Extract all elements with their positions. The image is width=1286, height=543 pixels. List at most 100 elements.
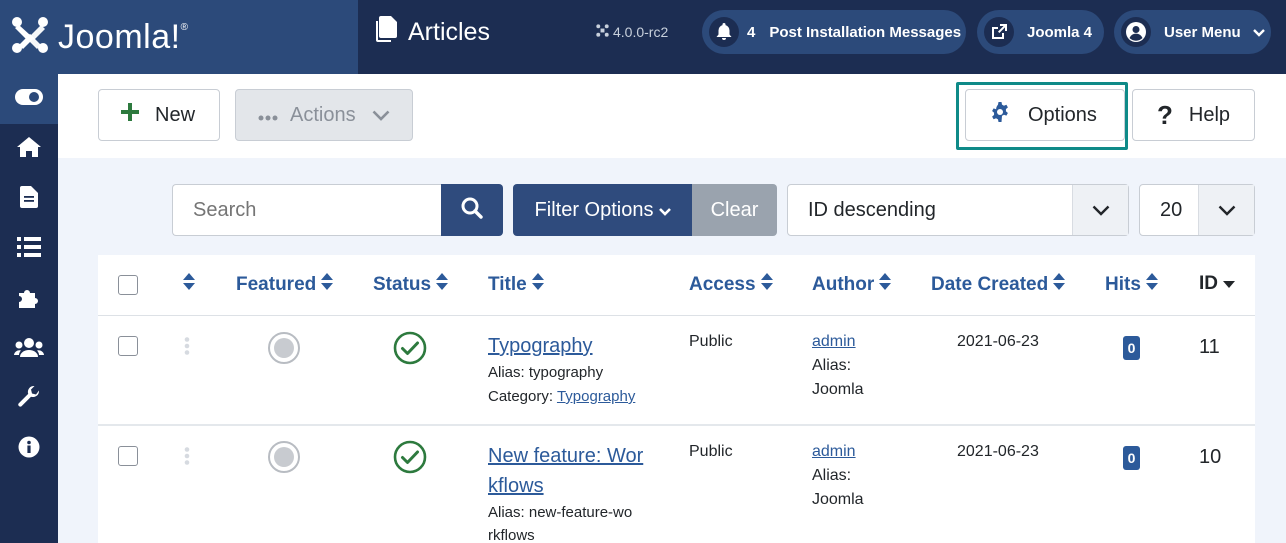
sidebar-toggle[interactable]: [0, 74, 58, 124]
column-header-id-label: ID: [1199, 273, 1218, 294]
toolbar: New Actions Options ? Help: [58, 74, 1286, 158]
row-divider: [98, 424, 1255, 426]
hits-badge: 0: [1123, 336, 1140, 360]
sidebar-item-system[interactable]: [0, 374, 58, 424]
plus-icon: [121, 103, 139, 127]
search-button[interactable]: [441, 184, 503, 236]
article-title-link[interactable]: Typography: [488, 331, 593, 361]
ordering-select[interactable]: ID descending: [787, 184, 1129, 236]
category-label: Category:: [488, 388, 554, 405]
column-header-id[interactable]: ID: [1199, 273, 1235, 295]
chevron-down-icon: [1252, 24, 1265, 41]
row-divider: [98, 315, 1255, 316]
user-menu-label: User Menu: [1164, 23, 1241, 41]
column-header-hits[interactable]: Hits: [1105, 273, 1158, 296]
chevron-down-icon: [659, 199, 672, 222]
column-header-date-created[interactable]: Date Created: [931, 273, 1066, 296]
sidebar-item-menus[interactable]: [0, 224, 58, 274]
toggle-icon: [15, 88, 43, 110]
column-header-featured-label: Featured: [236, 273, 317, 295]
filter-options-label: Filter Options: [534, 198, 654, 221]
author-link[interactable]: admin: [812, 440, 856, 464]
actions-dropdown[interactable]: Actions: [235, 89, 413, 141]
joomla-logo[interactable]: Joomla!®: [0, 0, 358, 74]
row-checkbox[interactable]: [118, 336, 138, 356]
select-all-checkbox[interactable]: [118, 275, 138, 295]
actions-label: Actions: [290, 103, 356, 126]
published-check-icon[interactable]: [393, 331, 427, 370]
sort-icon: [760, 273, 773, 296]
search-input[interactable]: [172, 184, 442, 236]
article-title-link-continued[interactable]: kflows: [488, 471, 544, 501]
users-icon: [14, 337, 44, 362]
list-limit-value: 20: [1160, 198, 1183, 221]
sort-desc-icon: [1223, 273, 1235, 295]
version-text: 4.0.0-rc2: [613, 24, 669, 40]
sidebar-item-components[interactable]: [0, 274, 58, 324]
new-button[interactable]: New: [98, 89, 220, 141]
info-icon: [18, 436, 40, 463]
new-button-label: New: [155, 103, 196, 126]
sort-icon: [436, 273, 449, 296]
column-header-status[interactable]: Status: [373, 273, 449, 296]
options-label: Options: [1028, 103, 1097, 126]
author-alias: Joomla: [812, 381, 864, 398]
featured-toggle-icon[interactable]: [267, 331, 301, 370]
joomla-logo-icon: [10, 15, 50, 60]
drag-handle-icon[interactable]: [184, 337, 190, 360]
author-alias-label: Alias:: [812, 467, 852, 484]
chevron-down-icon: [372, 104, 390, 127]
joomla4-site-link[interactable]: Joomla 4: [977, 10, 1104, 54]
post-installation-messages-button[interactable]: 4 Post Installation Messages: [702, 10, 966, 54]
article-title-link[interactable]: New feature: Wor: [488, 441, 643, 471]
ordering-column-sort[interactable]: [183, 273, 195, 296]
list-limit-select[interactable]: 20: [1139, 184, 1255, 236]
article-id: 11: [1199, 336, 1220, 358]
clear-button[interactable]: Clear: [692, 184, 777, 236]
wrench-icon: [17, 385, 41, 414]
articles-table: [98, 255, 1255, 543]
article-alias-continued: rkflows: [488, 527, 535, 543]
help-button[interactable]: ? Help: [1132, 89, 1255, 141]
sidebar: [0, 74, 58, 543]
article-category: Category: Typography: [488, 385, 635, 409]
drag-handle-icon[interactable]: [184, 447, 190, 470]
search-icon: [461, 197, 483, 224]
column-header-author[interactable]: Author: [812, 273, 892, 296]
column-header-access-label: Access: [689, 273, 756, 295]
date-created: 2021-06-23: [957, 443, 1039, 460]
sort-icon: [1145, 273, 1158, 296]
author-link[interactable]: admin: [812, 330, 856, 354]
sort-icon: [183, 273, 195, 296]
column-header-hits-label: Hits: [1105, 273, 1141, 295]
column-header-featured[interactable]: Featured: [236, 273, 334, 296]
category-link[interactable]: Typography: [557, 388, 635, 405]
list-icon: [17, 236, 41, 262]
sort-icon: [531, 273, 544, 296]
bell-icon: [709, 17, 739, 47]
gear-icon: [990, 102, 1010, 128]
access-level: Public: [689, 333, 733, 350]
user-menu-button[interactable]: User Menu: [1114, 10, 1271, 54]
column-header-access[interactable]: Access: [689, 273, 773, 296]
author-alias: Joomla: [812, 491, 864, 508]
published-check-icon[interactable]: [393, 440, 427, 479]
featured-toggle-icon[interactable]: [267, 440, 301, 479]
sort-icon: [321, 273, 334, 296]
filter-options-button[interactable]: Filter Options: [513, 184, 693, 236]
version-label: 4.0.0-rc2: [596, 24, 668, 40]
row-checkbox[interactable]: [118, 446, 138, 466]
article-id: 10: [1199, 446, 1222, 468]
page-title-text: Articles: [408, 18, 490, 46]
notification-count: 4: [747, 23, 756, 41]
sidebar-item-users[interactable]: [0, 324, 58, 374]
sidebar-item-content[interactable]: [0, 174, 58, 224]
sidebar-item-help[interactable]: [0, 424, 58, 474]
column-header-title[interactable]: Title: [488, 273, 544, 296]
column-header-date-created-label: Date Created: [931, 273, 1049, 295]
article-alias: Alias: typography: [488, 364, 604, 381]
options-button[interactable]: Options: [965, 89, 1125, 141]
column-header-status-label: Status: [373, 273, 432, 295]
post-installation-label: Post Installation Messages: [769, 23, 962, 41]
sidebar-item-home[interactable]: [0, 124, 58, 174]
